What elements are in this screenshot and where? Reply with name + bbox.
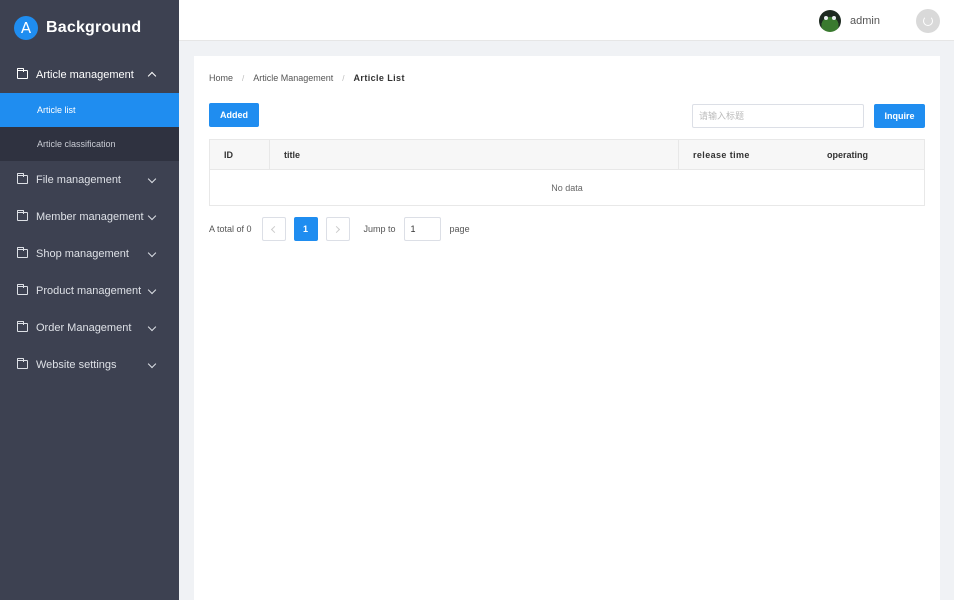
chevron-up-icon [147, 71, 157, 81]
folder-icon [17, 173, 28, 184]
menu-group-member-management[interactable]: Member management [0, 198, 179, 235]
table-empty-row: No data [551, 182, 583, 193]
folder-icon [17, 358, 28, 369]
brand-logo: A [14, 16, 38, 40]
breadcrumb-home[interactable]: Home [209, 73, 233, 83]
menu-group-file-management[interactable]: File management [0, 161, 179, 198]
prev-page-button[interactable] [261, 217, 286, 241]
menu-group-shop-management[interactable]: Shop management [0, 235, 179, 272]
menu-group-label: Product management [36, 284, 142, 297]
chevron-down-icon [147, 322, 157, 332]
content-card: Home / Article Management / Article List… [194, 56, 940, 600]
menu-group-label: Member management [36, 210, 144, 223]
next-page-button[interactable] [325, 217, 350, 241]
username[interactable]: admin [850, 15, 880, 27]
column-header-title: title [270, 140, 679, 169]
brand[interactable]: A Background [0, 0, 179, 56]
menu-group-label: Article management [36, 68, 134, 81]
top-header: admin [179, 0, 954, 41]
search-input[interactable] [692, 104, 864, 128]
pagination-total: A total of 0 [209, 224, 252, 234]
folder-icon [17, 284, 28, 295]
folder-icon [17, 321, 28, 332]
column-header-id: ID [210, 140, 270, 169]
add-article-button[interactable]: Added [209, 103, 259, 127]
breadcrumb-separator: / [342, 73, 345, 83]
menu-group-product-management[interactable]: Product management [0, 272, 179, 309]
menu-group-label: Order Management [36, 321, 132, 334]
pagination: A total of 0 1 Jump to page [209, 217, 470, 241]
power-icon [923, 16, 933, 26]
breadcrumb-separator: / [242, 73, 245, 83]
breadcrumb-current: Article List [353, 73, 405, 83]
chevron-right-icon [332, 225, 341, 233]
folder-icon [17, 210, 28, 221]
menu-group-label: Website settings [36, 358, 117, 371]
jump-page-input[interactable] [403, 217, 441, 241]
chevron-down-icon [147, 174, 157, 184]
menu-group-website-settings[interactable]: Website settings [0, 346, 179, 383]
menu-group-label: File management [36, 173, 121, 186]
chevron-down-icon [147, 359, 157, 369]
breadcrumb: Home / Article Management / Article List [209, 73, 405, 83]
column-header-release-time: release time [693, 149, 750, 160]
menu-group-article-management[interactable]: Article management [0, 56, 179, 93]
page-number-button[interactable]: 1 [293, 217, 318, 241]
chevron-down-icon [147, 211, 157, 221]
inquire-button[interactable]: Inquire [874, 104, 925, 128]
submenu-article-management: Article list Article classification [0, 93, 179, 161]
menu-group-order-management[interactable]: Order Management [0, 309, 179, 346]
breadcrumb-article-management[interactable]: Article Management [253, 73, 333, 83]
menu-group-label: Shop management [36, 247, 129, 260]
chevron-down-icon [147, 248, 157, 258]
article-table: ID title release time operating No data [209, 139, 925, 206]
logout-button[interactable] [916, 9, 940, 33]
sidebar: A Background Article management Article … [0, 0, 179, 600]
menu-item-article-classification[interactable]: Article classification [0, 127, 179, 161]
avatar[interactable] [819, 10, 841, 32]
page-label: page [449, 224, 470, 234]
folder-icon [17, 247, 28, 258]
chevron-left-icon [270, 225, 279, 233]
menu-item-article-list[interactable]: Article list [0, 93, 179, 127]
table-header: ID title release time operating [210, 140, 924, 170]
chevron-down-icon [147, 285, 157, 295]
folder-icon [17, 68, 28, 79]
jump-to-label: Jump to [363, 224, 396, 234]
brand-title: Background [46, 19, 142, 36]
column-header-operating: operating [827, 149, 869, 160]
